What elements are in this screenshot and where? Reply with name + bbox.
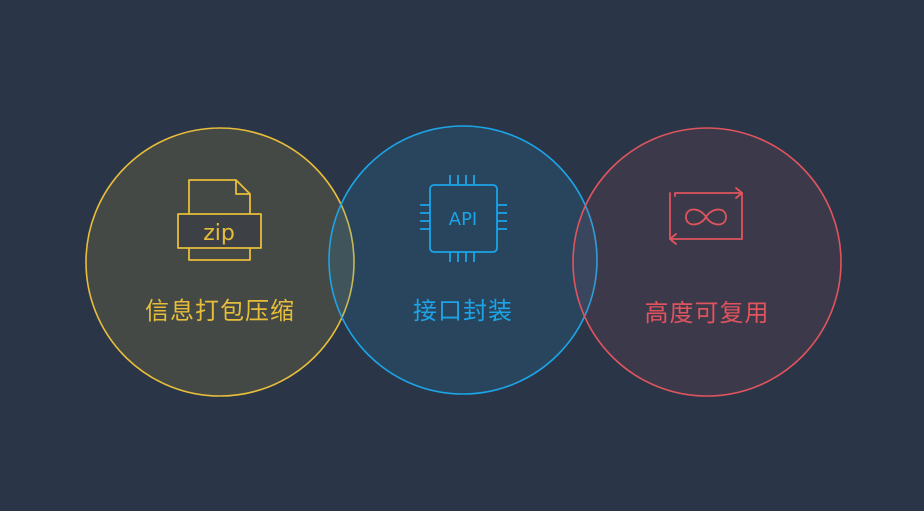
- venn-diagram: zip API 信息打包压缩 接口封装 高度可复用: [0, 0, 924, 511]
- label-interface-encapsulation: 接口封装: [413, 297, 513, 325]
- venn-diagram-graphics: zip API: [85, 125, 842, 397]
- circle-interface-encapsulation: [328, 125, 598, 395]
- api-icon-text: API: [449, 209, 477, 230]
- zip-icon-text: zip: [203, 221, 235, 246]
- circle-high-reusability: [572, 127, 842, 397]
- circle-info-packaging: [85, 127, 355, 397]
- label-high-reusability: 高度可复用: [644, 299, 770, 327]
- label-info-packaging: 信息打包压缩: [145, 297, 295, 325]
